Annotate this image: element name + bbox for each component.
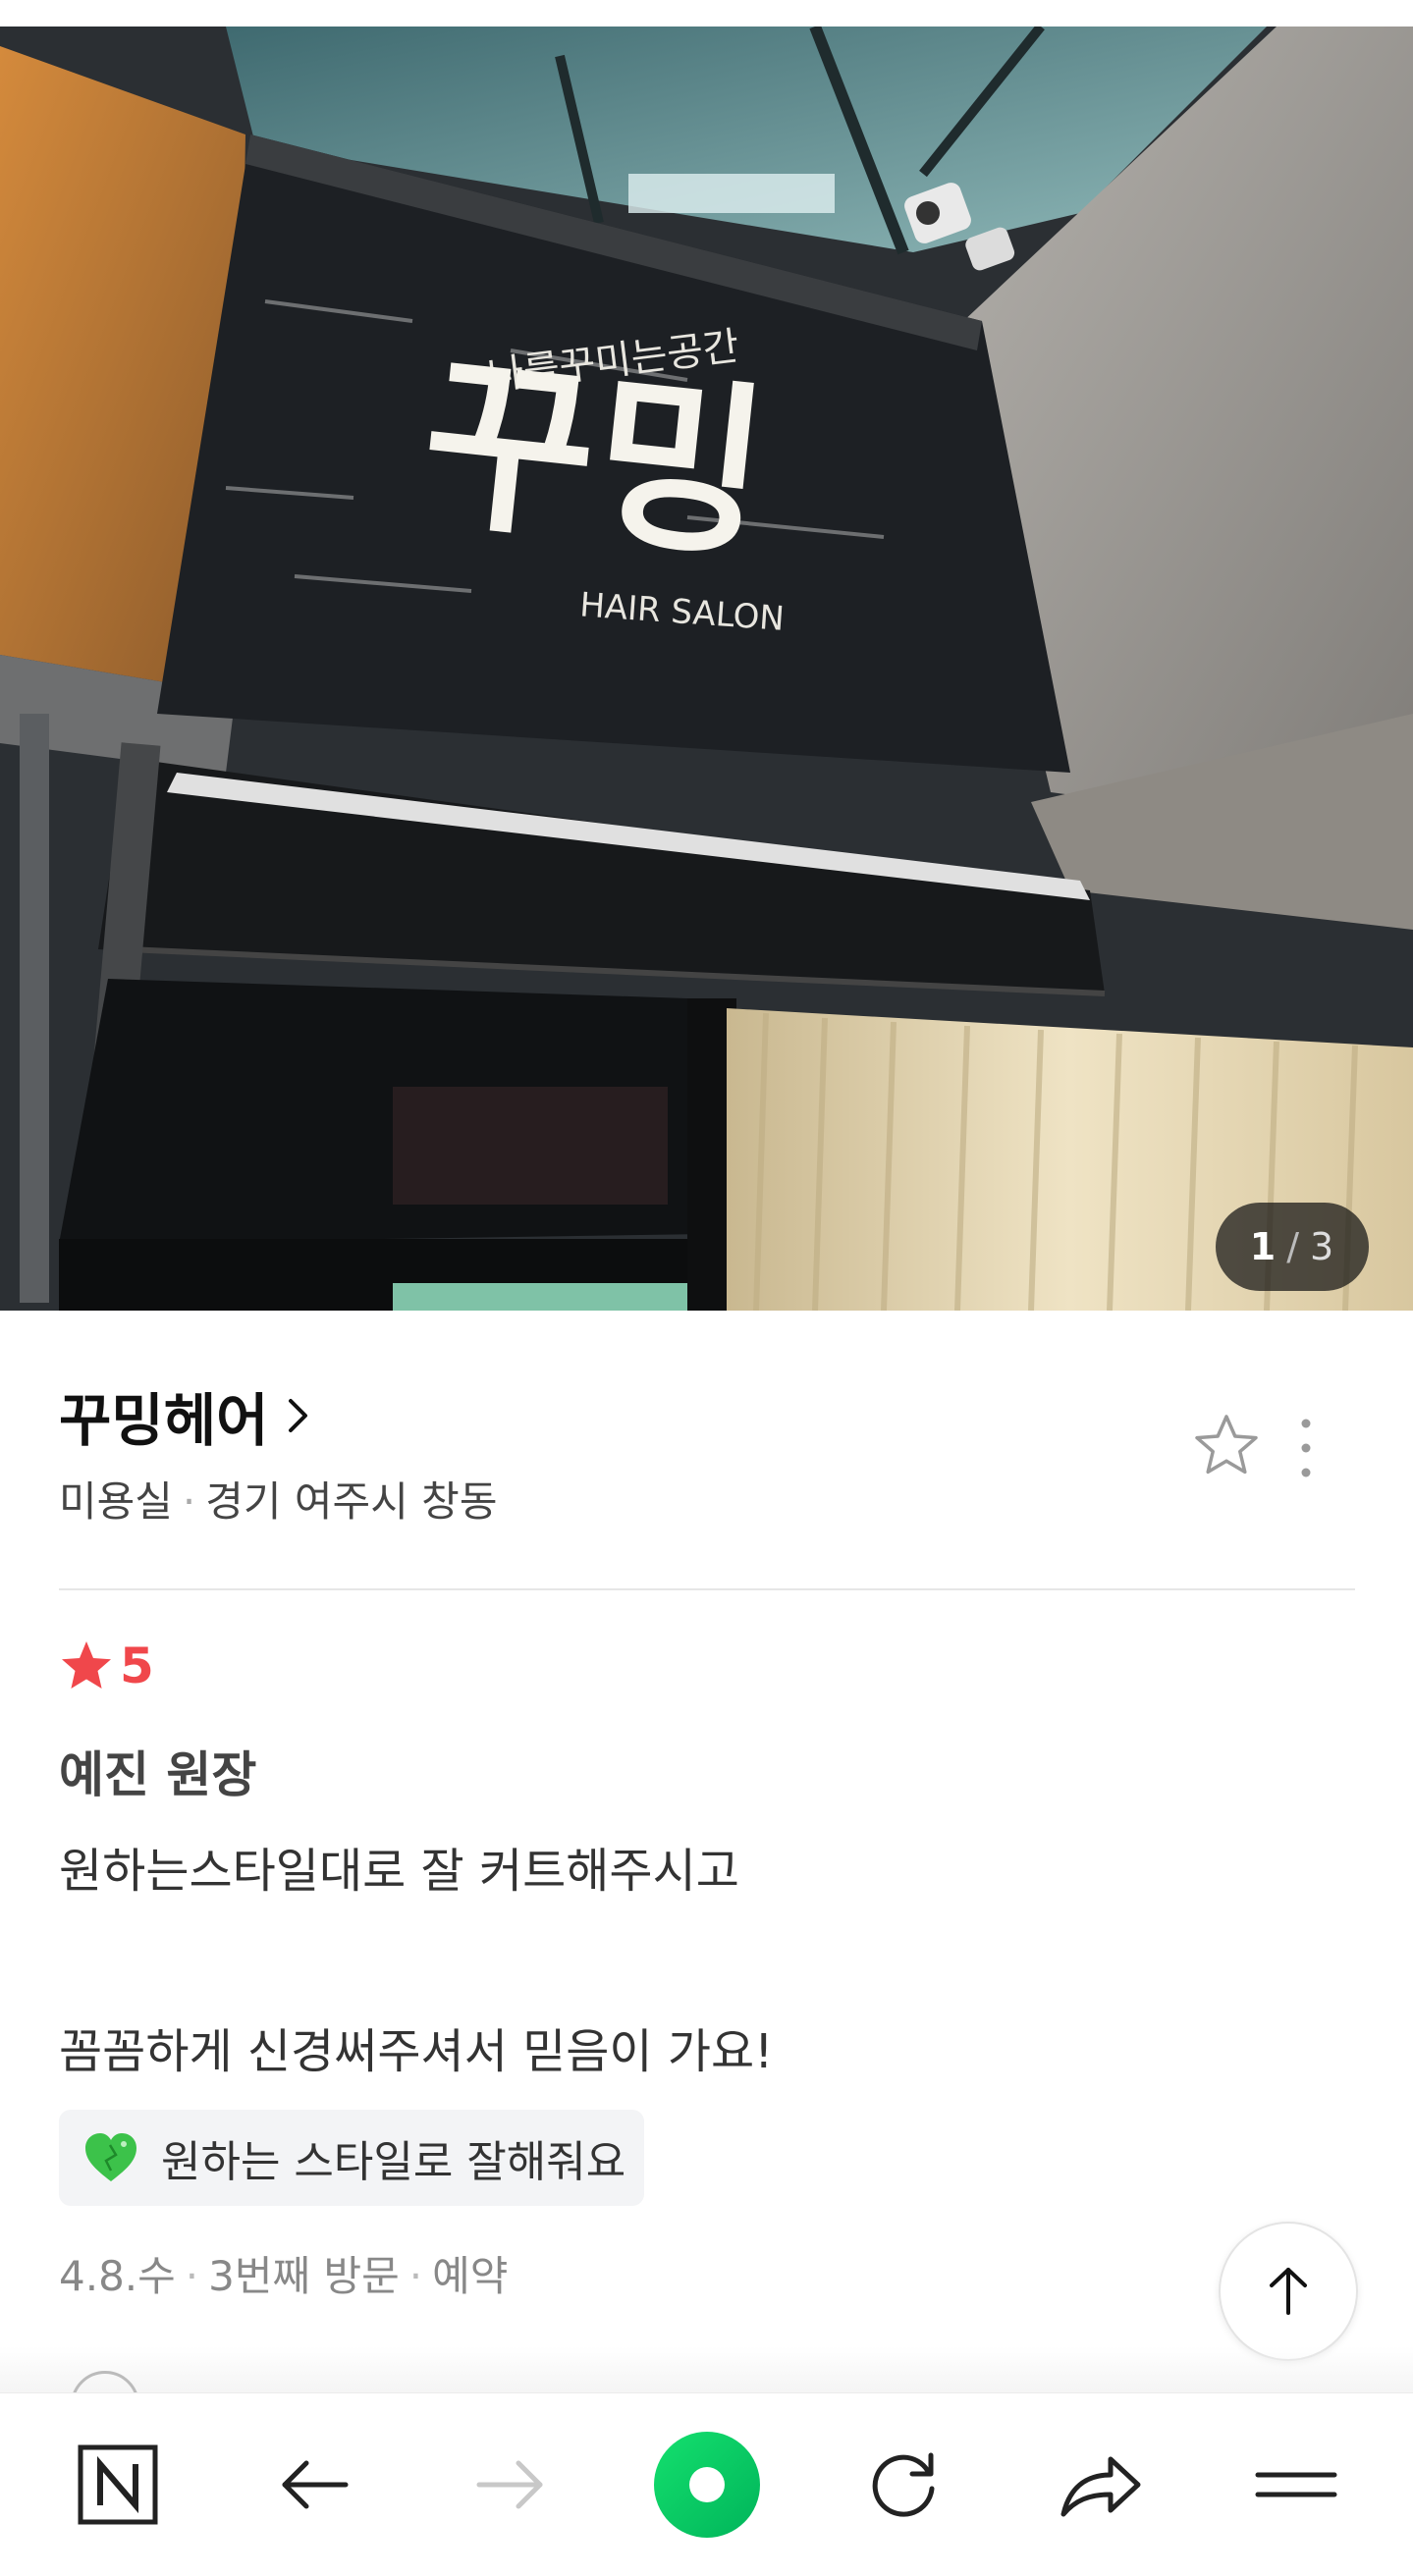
green-heart-icon [85,2133,136,2181]
content-fade [0,2346,1413,2395]
back-button[interactable] [216,2393,412,2576]
star-outline-icon[interactable] [1191,1411,1262,1481]
refresh-icon [872,2452,935,2517]
place-photo[interactable]: 나를꾸미는공간 꾸밍 HAIR SALON 1 / 3 [0,27,1413,1311]
place-name: 꾸밍헤어 [59,1387,269,1454]
review-text-line-1: 원하는스타일대로 잘 커트해주시고 [59,1844,739,1899]
meta-separator: · [182,1477,196,1526]
divider [59,1588,1355,1590]
rating-value: 5 [120,1637,154,1694]
photo-counter-separator: / [1286,1225,1301,1268]
arrow-up-icon [1270,2268,1307,2315]
share-button[interactable] [1002,2393,1198,2576]
sign-big-text: 꾸밍 [412,334,777,585]
chevron-right-icon [289,1399,308,1432]
back-arrow-icon [282,2460,349,2509]
menu-button[interactable] [1198,2393,1394,2576]
menu-icon [1255,2472,1337,2497]
forward-button[interactable] [412,2393,609,2576]
photo-counter: 1 / 3 [1216,1203,1369,1291]
more-vertical-icon[interactable] [1286,1414,1326,1482]
place-category: 미용실 [59,1477,173,1526]
green-dot-icon [654,2432,760,2538]
visit-separator-2: · [408,2252,423,2300]
place-meta: 미용실 · 경기 여주시 창동 [59,1469,497,1529]
review-author: 예진 원장 [59,1746,257,1803]
photo-counter-total: 3 [1310,1225,1335,1268]
visit-meta: 4.8.수 · 3번째 방문 · 예약 [59,2243,508,2303]
place-name-link[interactable]: 꾸밍헤어 [59,1374,311,1457]
scroll-to-top-button[interactable] [1219,2222,1358,2361]
bottom-navigation-bar [0,2392,1413,2576]
green-dot-button[interactable] [609,2393,805,2576]
forward-arrow-icon [476,2460,543,2509]
share-icon [1060,2456,1141,2517]
review-rating: 5 [59,1637,154,1694]
naver-home-button[interactable] [20,2393,216,2576]
review-tag-chip[interactable]: 원하는 스타일로 잘해줘요 [59,2110,644,2206]
visit-type: 예약 [432,2252,509,2300]
storefront-image: 나를꾸미는공간 꾸밍 HAIR SALON [0,27,1413,1311]
tag-label: 원하는 스타일로 잘해줘요 [161,2137,626,2187]
star-filled-icon [62,1641,111,1689]
visit-date: 4.8.수 [59,2252,176,2300]
refresh-button[interactable] [805,2393,1002,2576]
naver-n-icon [78,2444,158,2525]
visit-count: 3번째 방문 [208,2252,400,2300]
visit-separator-1: · [185,2252,199,2300]
review-text-line-2: 꼼꼼하게 신경써주셔서 믿음이 가요! [59,2024,774,2079]
place-location: 경기 여주시 창동 [205,1477,498,1526]
photo-counter-current: 1 [1249,1225,1277,1268]
